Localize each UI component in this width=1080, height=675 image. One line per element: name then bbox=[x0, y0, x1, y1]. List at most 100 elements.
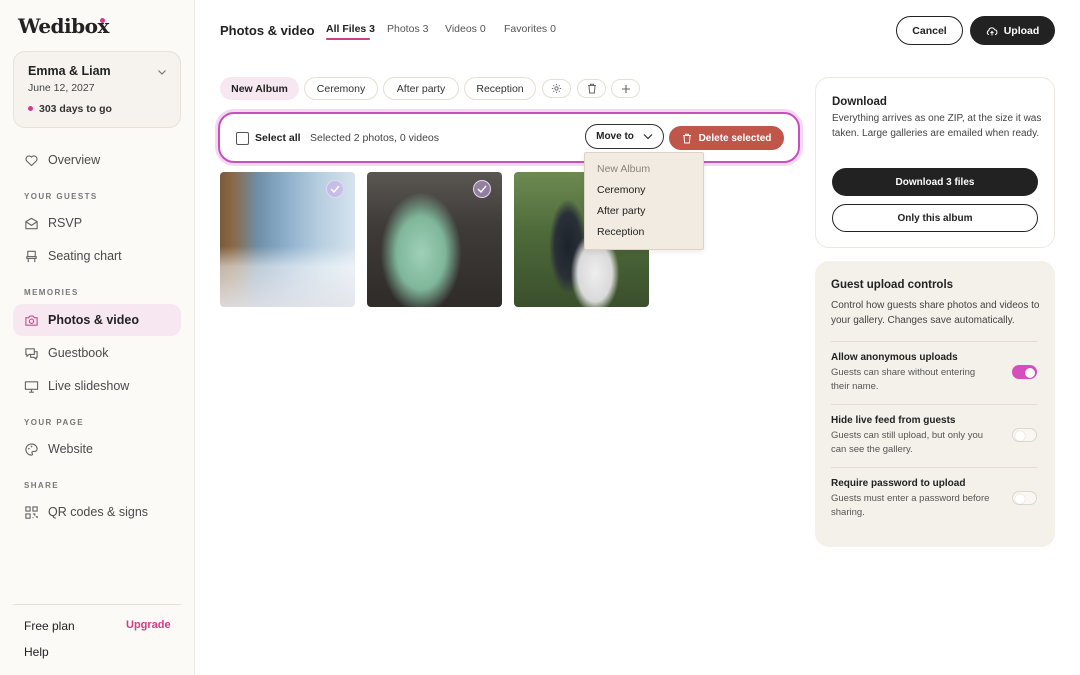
sidebar-item-label: Photos & video bbox=[48, 313, 139, 327]
cancel-button[interactable]: Cancel bbox=[896, 16, 963, 45]
sidebar-item-seating-chart[interactable]: Seating chart bbox=[13, 240, 181, 272]
controls-title: Guest upload controls bbox=[831, 279, 954, 291]
event-date: June 12, 2027 bbox=[28, 82, 95, 94]
download-card: Download Everything arrives as one ZIP, … bbox=[815, 77, 1055, 248]
section-label-share: SHARE bbox=[24, 481, 60, 490]
setting-title: Allow anonymous uploads bbox=[831, 352, 958, 363]
plan-label: Free plan bbox=[24, 619, 75, 633]
setting-title: Hide live feed from guests bbox=[831, 415, 956, 426]
album-settings-button[interactable] bbox=[542, 79, 571, 98]
photo-tile[interactable] bbox=[220, 172, 355, 307]
section-label-guests: YOUR GUESTS bbox=[24, 192, 98, 201]
setting-description: Guests can share without entering their … bbox=[831, 367, 976, 392]
toggle-knob bbox=[1015, 430, 1025, 441]
sidebar-item-rsvp[interactable]: RSVP bbox=[13, 207, 181, 239]
settings-icon bbox=[551, 83, 562, 94]
selection-summary: Selected 2 photos, 0 videos bbox=[310, 132, 440, 144]
photo-selected-check[interactable] bbox=[473, 180, 491, 198]
controls-description: Control how guests share photos and vide… bbox=[831, 300, 1040, 326]
toggle-knob bbox=[1025, 367, 1035, 378]
heart-icon bbox=[25, 154, 38, 166]
event-switcher[interactable]: Emma & Liam June 12, 2027 303 days to go bbox=[13, 51, 181, 128]
download-title: Download bbox=[832, 96, 887, 108]
guest-upload-controls: Guest upload controls Control how guests… bbox=[815, 261, 1055, 547]
divider bbox=[831, 341, 1037, 342]
move-to-dropdown: New Album Ceremony After party Reception bbox=[584, 152, 704, 250]
album-delete-button[interactable] bbox=[577, 79, 606, 98]
sidebar-item-label: Seating chart bbox=[48, 249, 122, 263]
section-label-memories: MEMORIES bbox=[24, 288, 79, 297]
dropdown-option-new-album[interactable]: New Album bbox=[597, 163, 650, 175]
toggle-knob bbox=[1015, 493, 1025, 504]
tab-videos[interactable]: Videos 0 bbox=[445, 23, 486, 35]
divider bbox=[831, 404, 1037, 405]
select-all-checkbox[interactable] bbox=[236, 132, 249, 145]
dropdown-option-ceremony[interactable]: Ceremony bbox=[597, 184, 645, 196]
dropdown-option-after-party[interactable]: After party bbox=[597, 205, 645, 217]
sidebar-item-guestbook[interactable]: Guestbook bbox=[13, 337, 181, 369]
allow-anonymous-toggle[interactable] bbox=[1012, 365, 1037, 379]
chair-icon bbox=[26, 250, 37, 262]
select-all-label[interactable]: Select all bbox=[255, 132, 301, 144]
move-to-label: Move to bbox=[596, 131, 634, 142]
sidebar-divider bbox=[13, 604, 181, 605]
require-password-toggle[interactable] bbox=[1012, 491, 1037, 505]
delete-selected-label: Delete selected bbox=[698, 132, 772, 144]
album-chip-ceremony[interactable]: Ceremony bbox=[304, 77, 378, 100]
help-link[interactable]: Help bbox=[24, 645, 49, 659]
trash-icon bbox=[587, 83, 596, 94]
qr-code-icon bbox=[25, 505, 38, 519]
setting-description: Guests must enter a password before shar… bbox=[831, 493, 990, 518]
countdown-dot bbox=[28, 106, 33, 111]
photo-selected-check[interactable] bbox=[326, 180, 344, 198]
download-album-button[interactable]: Only this album bbox=[832, 204, 1038, 232]
cloud-upload-icon bbox=[986, 26, 998, 35]
section-label-your-page: YOUR PAGE bbox=[24, 418, 85, 427]
page-title: Photos & video bbox=[220, 23, 315, 38]
sidebar: Wedibox Emma & Liam June 12, 2027 303 da… bbox=[0, 0, 195, 675]
delete-selected-button[interactable]: Delete selected bbox=[669, 126, 784, 150]
sidebar-item-label: Overview bbox=[48, 153, 101, 167]
divider bbox=[831, 467, 1037, 468]
hide-live-feed-toggle[interactable] bbox=[1012, 428, 1037, 442]
logo-dot bbox=[100, 18, 105, 23]
setting-title: Require password to upload bbox=[831, 478, 966, 489]
envelope-icon bbox=[25, 217, 38, 229]
sidebar-item-website[interactable]: Website bbox=[13, 433, 181, 465]
sidebar-item-qr-codes[interactable]: QR codes & signs bbox=[13, 496, 181, 528]
selection-toolbar: Select all Selected 2 photos, 0 videos M… bbox=[218, 112, 800, 163]
photo-tile[interactable] bbox=[367, 172, 502, 307]
upload-button[interactable]: Upload bbox=[970, 16, 1055, 45]
move-to-button[interactable]: Move to bbox=[585, 124, 664, 149]
chat-icon bbox=[25, 347, 38, 360]
upload-button-label: Upload bbox=[1003, 24, 1040, 37]
plus-icon bbox=[621, 84, 630, 93]
sidebar-item-overview[interactable]: Overview bbox=[13, 144, 181, 176]
upgrade-link[interactable]: Upgrade bbox=[126, 619, 171, 631]
trash-icon bbox=[682, 133, 691, 143]
dropdown-option-reception[interactable]: Reception bbox=[597, 226, 644, 238]
sidebar-item-label: Live slideshow bbox=[48, 379, 130, 393]
sidebar-item-label: Guestbook bbox=[48, 346, 109, 360]
album-chip-reception[interactable]: Reception bbox=[464, 77, 536, 100]
sidebar-item-live-slideshow[interactable]: Live slideshow bbox=[13, 370, 181, 402]
album-chip-after-party[interactable]: After party bbox=[383, 77, 459, 100]
logo: Wedibox bbox=[18, 14, 109, 38]
tab-photos[interactable]: Photos 3 bbox=[387, 23, 428, 35]
check-icon bbox=[330, 185, 340, 193]
tab-all-files[interactable]: All Files 3 bbox=[326, 23, 375, 35]
countdown: 303 days to go bbox=[39, 103, 112, 115]
download-files-button[interactable]: Download 3 files bbox=[832, 168, 1038, 196]
sidebar-item-label: Website bbox=[48, 442, 93, 456]
chevron-down-icon bbox=[643, 134, 653, 140]
album-chip-new-album[interactable]: New Album bbox=[220, 77, 299, 100]
tab-favorites[interactable]: Favorites 0 bbox=[504, 23, 556, 35]
camera-icon bbox=[25, 315, 38, 326]
sidebar-item-photos-video[interactable]: Photos & video bbox=[13, 304, 181, 336]
add-album-button[interactable] bbox=[611, 79, 640, 98]
monitor-icon bbox=[24, 380, 39, 393]
event-name: Emma & Liam bbox=[28, 64, 111, 78]
sidebar-item-label: RSVP bbox=[48, 216, 83, 230]
download-description: Everything arrives as one ZIP, at the si… bbox=[832, 113, 1042, 139]
check-icon bbox=[477, 185, 487, 193]
